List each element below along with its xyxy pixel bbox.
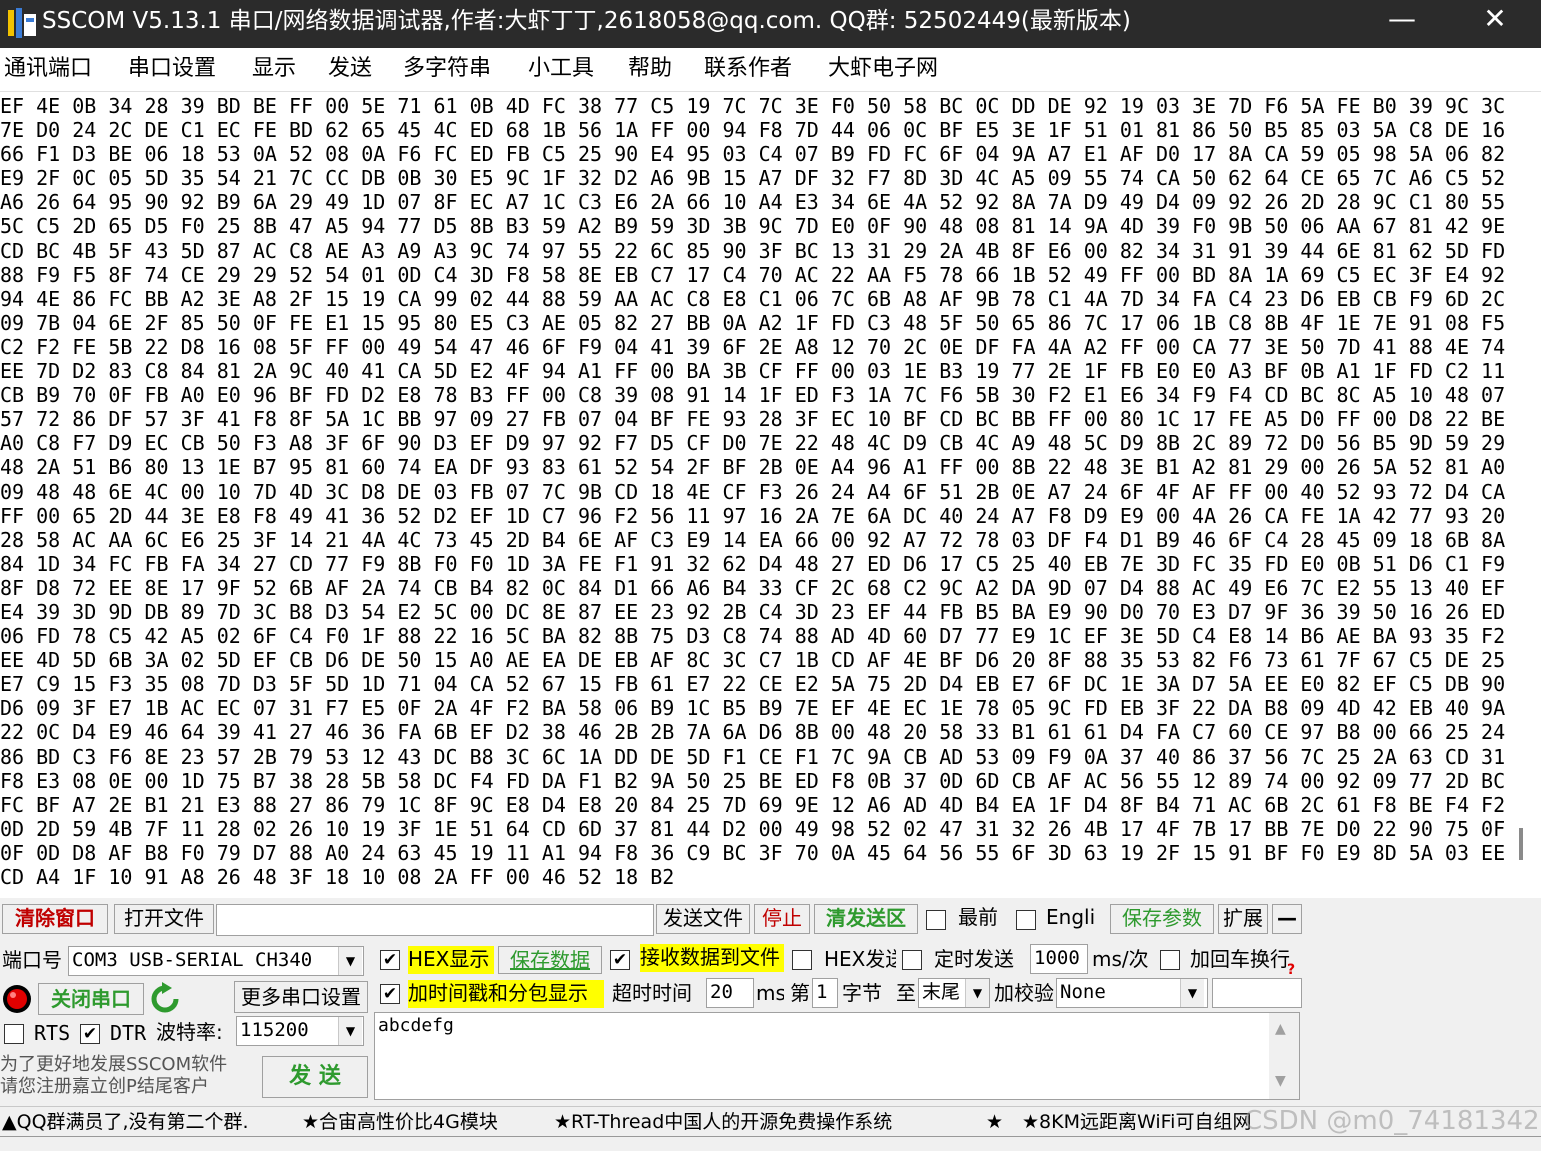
byte-from-input[interactable]: 1: [812, 978, 838, 1008]
ticker-item[interactable]: ★8KM远距离WiFi可自组网: [1022, 1109, 1282, 1135]
timeout-label: 超时时间: [612, 981, 692, 1005]
port-value: COM3 USB-SERIAL CH340: [72, 949, 313, 971]
baud-dropdown-arrow-icon[interactable]: ▼: [338, 1017, 362, 1045]
port-label: 端口号: [2, 948, 62, 972]
topmost-label: 最前: [958, 905, 998, 929]
send-button[interactable]: 发 送: [262, 1056, 368, 1098]
scroll-up-icon[interactable]: ▲: [1275, 1021, 1286, 1037]
hex-display-checkbox[interactable]: ✔: [380, 950, 400, 970]
timeout-input[interactable]: 20: [706, 978, 754, 1008]
rts-label: RTS: [34, 1021, 71, 1045]
baud-value: 115200: [240, 1019, 309, 1041]
menu-serial-settings[interactable]: 串口设置: [128, 48, 216, 92]
receive-text: EF 4E 0B 34 28 39 BD BE FF 00 5E 71 61 0…: [0, 94, 1506, 889]
receive-text-area[interactable]: EF 4E 0B 34 28 39 BD BE FF 00 5E 71 61 0…: [0, 92, 1508, 898]
port-select[interactable]: COM3 USB-SERIAL CH340: [68, 946, 364, 976]
help-question-icon[interactable]: ?: [1287, 962, 1301, 978]
rts-checkbox[interactable]: [4, 1024, 24, 1044]
receive-scroll-thumb[interactable]: [1519, 828, 1523, 860]
to-dropdown-arrow-icon[interactable]: ▼: [965, 979, 989, 1007]
ticker-item[interactable]: ★RT-Thread中国人的开源免费操作系统: [554, 1109, 974, 1135]
ticker-item[interactable]: ★: [986, 1109, 1010, 1135]
hex-display-label: HEX显示: [408, 946, 494, 974]
byte-label: 字节: [842, 981, 882, 1005]
recv-to-file-label: 接收数据到文件: [640, 944, 784, 972]
dtr-checkbox[interactable]: ✔: [80, 1024, 100, 1044]
add-crlf-checkbox[interactable]: [1160, 950, 1180, 970]
ticker-item[interactable]: ▲QQ群满员了,没有第二个群.: [2, 1109, 292, 1135]
promo-line-1: 为了更好地发展SSCOM软件: [0, 1054, 228, 1075]
menu-comm-port[interactable]: 通讯端口: [4, 48, 92, 92]
to-value: 末尾: [922, 981, 961, 1003]
timed-send-label: 定时发送: [934, 947, 1014, 971]
checksum-label: 加校验: [994, 981, 1054, 1005]
add-crlf-label: 加回车换行: [1190, 947, 1290, 971]
receive-scrollbar[interactable]: [1508, 92, 1541, 898]
title-bar: SSCOM V5.13.1 串口/网络数据调试器,作者:大虾丁丁,2618058…: [0, 0, 1541, 48]
close-button[interactable]: ✕: [1455, 0, 1535, 42]
checksum-value: None: [1060, 981, 1106, 1003]
save-params-button[interactable]: 保存参数: [1110, 904, 1214, 934]
checksum-dropdown-arrow-icon[interactable]: ▼: [1180, 979, 1204, 1007]
status-bar: [0, 1136, 1541, 1151]
close-port-button[interactable]: 关闭串口: [38, 983, 144, 1015]
hex-send-checkbox[interactable]: [792, 950, 812, 970]
menu-help[interactable]: 帮助: [628, 48, 672, 92]
scroll-down-icon[interactable]: ▼: [1275, 1073, 1286, 1089]
timestamp-label: 加时间戳和分包显示: [408, 980, 604, 1008]
timestamp-checkbox[interactable]: ✔: [380, 984, 400, 1004]
dtr-label: DTR: [110, 1021, 147, 1045]
menu-display[interactable]: 显示: [252, 48, 296, 92]
menu-tools[interactable]: 小工具: [528, 48, 594, 92]
refresh-icon[interactable]: [148, 982, 182, 1016]
clear-window-button[interactable]: 清除窗口: [2, 904, 108, 934]
menu-multi-string[interactable]: 多字符串: [403, 48, 491, 92]
interval-input[interactable]: 1000: [1030, 944, 1088, 974]
english-label: Engli: [1046, 905, 1096, 929]
send-file-button[interactable]: 发送文件: [656, 904, 750, 934]
open-file-button[interactable]: 打开文件: [114, 904, 214, 934]
clear-send-area-button[interactable]: 清发送区: [814, 904, 918, 934]
file-path-input[interactable]: [216, 904, 654, 936]
stop-button[interactable]: 停止: [754, 904, 810, 934]
promo-line-2: 请您注册嘉立创P结尾客户: [0, 1076, 209, 1097]
checksum-result-input[interactable]: [1212, 978, 1302, 1008]
port-status-indicator-icon: [0, 982, 34, 1016]
collapse-button[interactable]: —: [1272, 904, 1302, 934]
to-label: 至: [896, 981, 916, 1005]
port-dropdown-arrow-icon[interactable]: ▼: [338, 947, 362, 975]
expand-button[interactable]: 扩展: [1218, 904, 1268, 934]
news-ticker: ▲QQ群满员了,没有第二个群. ★合宙高性价比4G模块 ★RT-Thread中国…: [0, 1106, 1541, 1136]
save-data-button[interactable]: 保存数据: [498, 946, 602, 974]
timeout-unit-label: ms: [756, 981, 784, 1005]
recv-to-file-checkbox[interactable]: ✔: [610, 950, 630, 970]
interval-unit-label: ms/次: [1092, 947, 1149, 971]
topmost-checkbox[interactable]: [926, 910, 946, 930]
send-scrollbar[interactable]: ▲ ▼: [1269, 1013, 1299, 1099]
more-serial-settings-button[interactable]: 更多串口设置: [234, 981, 368, 1013]
byte-from-label: 第: [790, 981, 810, 1005]
english-checkbox[interactable]: [1016, 910, 1036, 930]
menu-send[interactable]: 发送: [328, 48, 372, 92]
baud-label: 波特率:: [156, 1020, 223, 1044]
window-title: SSCOM V5.13.1 串口/网络数据调试器,作者:大虾丁丁,2618058…: [42, 8, 1131, 34]
maximize-button[interactable]: [1363, 0, 1443, 42]
watermark-text: CSDN @m0_74181342: [1244, 1106, 1540, 1136]
ticker-item[interactable]: ★合宙高性价比4G模块: [302, 1109, 542, 1135]
send-text-area[interactable]: abcdefg ▲ ▼: [374, 1012, 1300, 1100]
menu-contact-author[interactable]: 联系作者: [704, 48, 792, 92]
app-icon: [6, 6, 38, 40]
hex-send-label: HEX发送: [824, 947, 896, 971]
menu-website[interactable]: 大虾电子网: [828, 48, 938, 92]
send-text: abcdefg: [378, 1015, 454, 1036]
timed-send-checkbox[interactable]: [902, 950, 922, 970]
menu-bar: 通讯端口 串口设置 显示 发送 多字符串 小工具 帮助 联系作者 大虾电子网: [0, 48, 1541, 92]
